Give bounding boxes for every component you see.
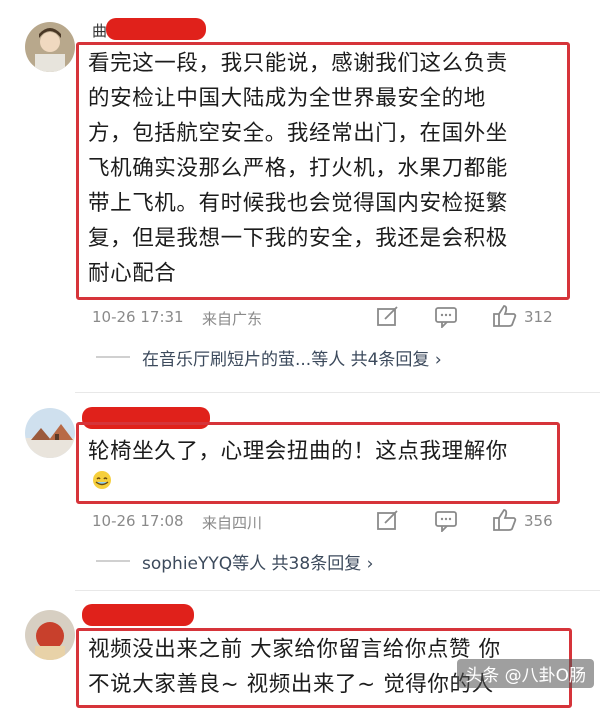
comment-line: 不说大家善良~ 视频出来了~ 觉得你的人 [88, 672, 494, 697]
like-icon[interactable] [492, 304, 518, 332]
comment-text: 视频没出来之前 大家给你留言给你点赞 你 不说大家善良~ 视频出来了~ 觉得你的… [88, 632, 501, 702]
comment-location: 来自广东 [202, 310, 263, 328]
comment-icon[interactable] [434, 510, 458, 536]
comment-line: 的安检让中国大陆成为全世界最安全的地 [88, 86, 486, 111]
comment-icon[interactable] [434, 306, 458, 332]
comment-line: 视频没出来之前 大家给你留言给你点赞 你 [88, 637, 501, 662]
like-icon[interactable] [492, 508, 518, 536]
divider [75, 392, 600, 393]
reply-divider [96, 560, 130, 562]
share-icon[interactable] [376, 510, 400, 536]
view-replies-link[interactable]: 在音乐厅刷短片的萤...等人 共4条回复 › [142, 345, 442, 370]
avatar[interactable] [25, 22, 75, 72]
like-count: 356 [524, 512, 553, 530]
divider [75, 590, 600, 591]
view-replies-link[interactable]: sophieYYQ等人 共38条回复 › [142, 549, 373, 574]
redacted-username [82, 604, 194, 626]
avatar[interactable] [25, 408, 75, 458]
comment-line: 方，包括航空安全。我经常出门，在国外坐 [88, 121, 508, 146]
comment-line: 看完这一段，我只能说，感谢我们这么负责 [88, 51, 508, 76]
like-count: 312 [524, 308, 553, 326]
comment-time: 10-26 17:31 [92, 308, 184, 326]
comment-line: 带上飞机。有时候我也会觉得国内安检挺繁 [88, 191, 508, 216]
username[interactable]: 曲 [92, 20, 107, 41]
comment-line: 轮椅坐久了，心理会扭曲的！这点我理解你 [88, 439, 508, 464]
watermark: 头条 @八卦O肠 [457, 659, 594, 688]
comment-time: 10-26 17:08 [92, 512, 184, 530]
redacted-username [106, 18, 206, 40]
emoji-icon [92, 470, 112, 494]
comment-line: 复，但是我想一下我的安全，我还是会积极 [88, 226, 508, 251]
comment-location: 来自四川 [202, 514, 263, 532]
share-icon[interactable] [376, 306, 400, 332]
reply-divider [96, 356, 130, 358]
comment-text: 轮椅坐久了，心理会扭曲的！这点我理解你 [88, 434, 508, 469]
comment-line: 飞机确实没那么严格，打火机，水果刀都能 [88, 156, 508, 181]
avatar[interactable] [25, 610, 75, 660]
comment-text: 看完这一段，我只能说，感谢我们这么负责 的安检让中国大陆成为全世界最安全的地 方… [88, 46, 508, 291]
comment-line: 耐心配合 [88, 261, 177, 286]
comment-1: 曲 看完这一段，我只能说，感谢我们这么负责 的安检让中国大陆成为全世界最安全的地… [0, 0, 600, 380]
